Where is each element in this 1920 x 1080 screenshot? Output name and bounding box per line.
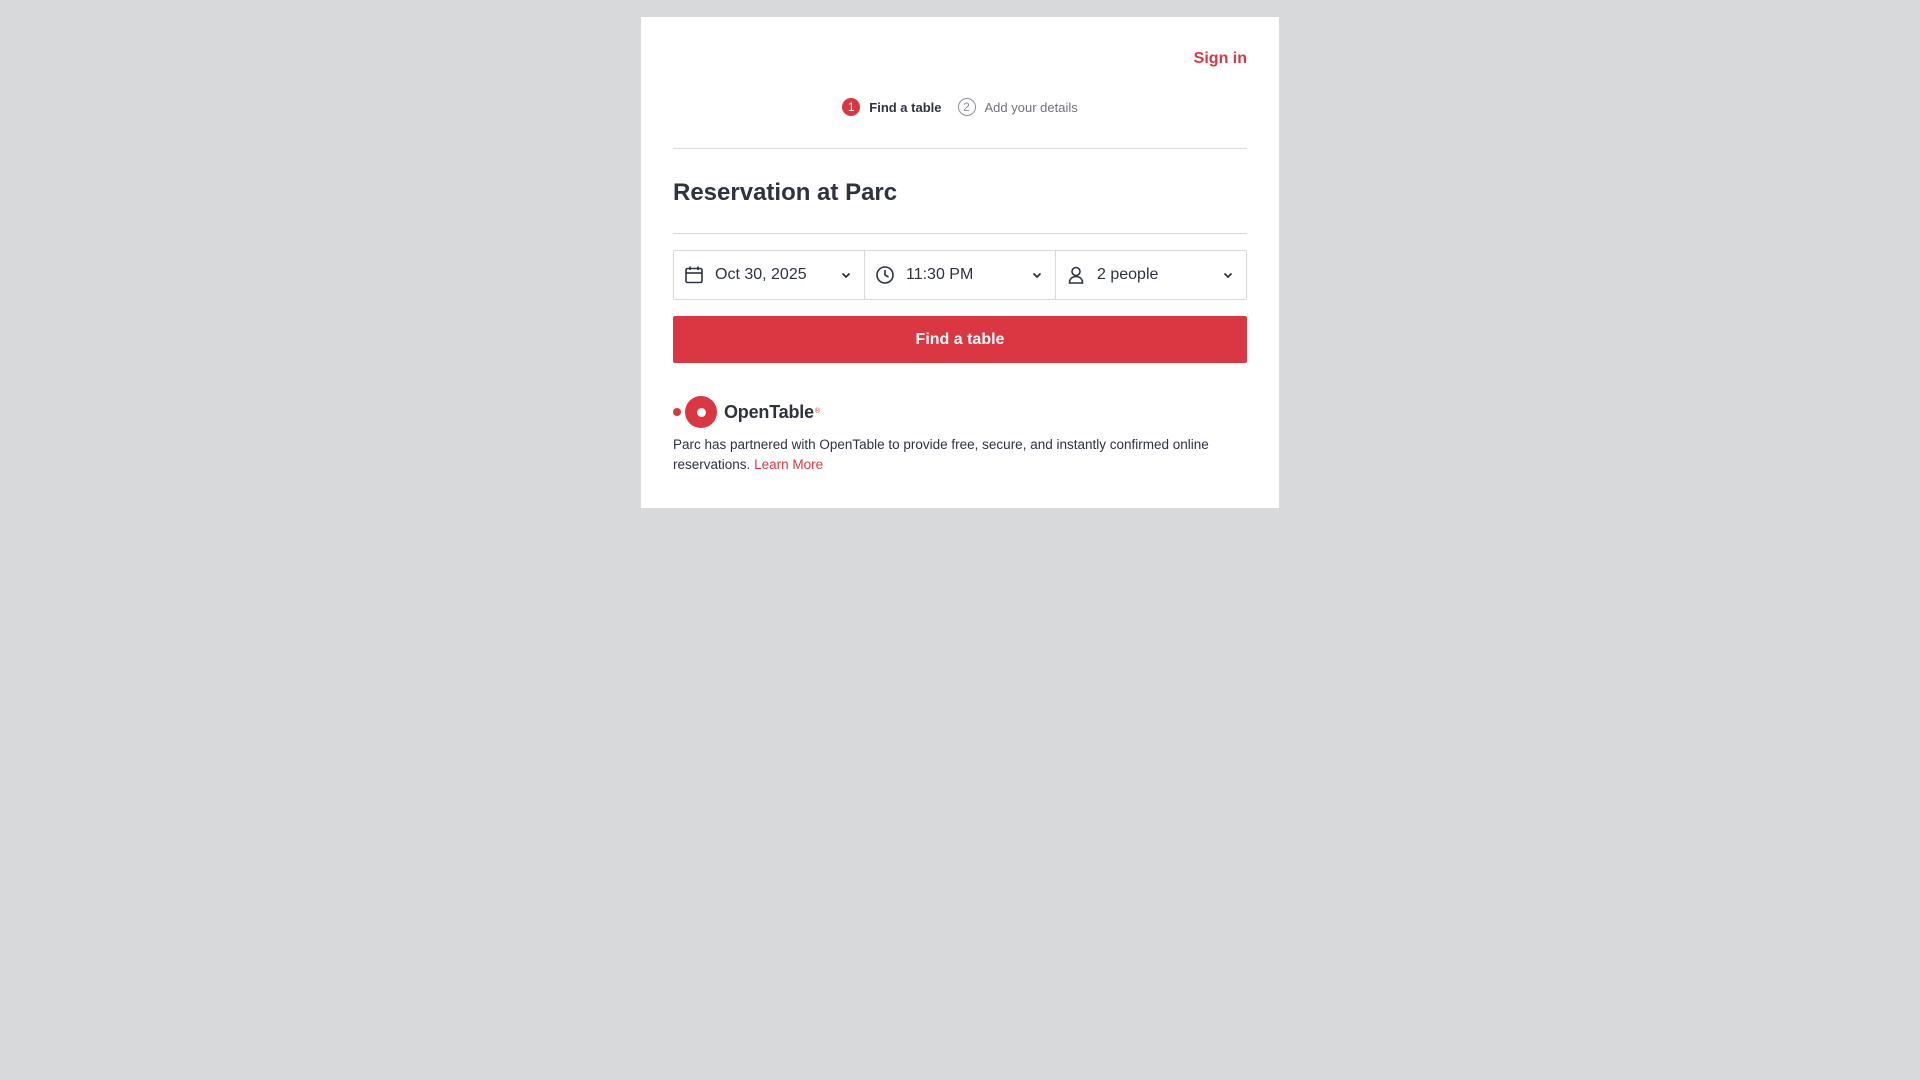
partner-blurb: Parc has partnered with OpenTable to pro… (673, 435, 1247, 475)
learn-more-link[interactable]: Learn More (754, 457, 823, 472)
date-select[interactable]: Oct 30, 2025 (674, 251, 864, 299)
step-number: 1 (842, 98, 861, 116)
time-select[interactable]: 11:30 PM (864, 251, 1055, 299)
chevron-down-icon (1222, 269, 1234, 281)
step-find-table: 1 Find a table (842, 98, 942, 116)
time-value: 11:30 PM (906, 266, 974, 283)
step-label: Find a table (869, 99, 942, 115)
date-value: Oct 30, 2025 (715, 266, 807, 283)
clock-icon (875, 265, 895, 285)
chevron-down-icon (840, 269, 852, 281)
opentable-logo: OpenTable ® (673, 395, 820, 429)
party-size-select[interactable]: 2 people (1055, 251, 1246, 299)
chevron-down-icon (1031, 269, 1043, 281)
logo-circle-icon (685, 396, 717, 428)
registered-mark: ® (814, 407, 821, 415)
find-table-button[interactable]: Find a table (673, 316, 1247, 363)
person-icon (1066, 265, 1086, 285)
divider (673, 233, 1247, 234)
sign-in-link[interactable]: Sign in (1194, 50, 1247, 68)
party-size-value: 2 people (1097, 266, 1159, 283)
step-add-details: 2 Add your details (957, 98, 1078, 116)
widget-content: Sign in 1 Find a table 2 Add your detail… (673, 17, 1247, 508)
divider (673, 148, 1247, 149)
reservation-widget: Sign in 1 Find a table 2 Add your detail… (641, 17, 1279, 508)
logo-dot-icon (673, 408, 681, 416)
step-label: Add your details (984, 99, 1078, 115)
calendar-icon (684, 265, 704, 285)
progress-steps: 1 Find a table 2 Add your details (673, 96, 1247, 118)
step-number: 2 (957, 98, 976, 116)
reservation-picker: Oct 30, 2025 11:30 PM 2 people (673, 250, 1247, 300)
page-title: Reservation at Parc (673, 179, 898, 206)
logo-text: OpenTable (724, 401, 814, 422)
